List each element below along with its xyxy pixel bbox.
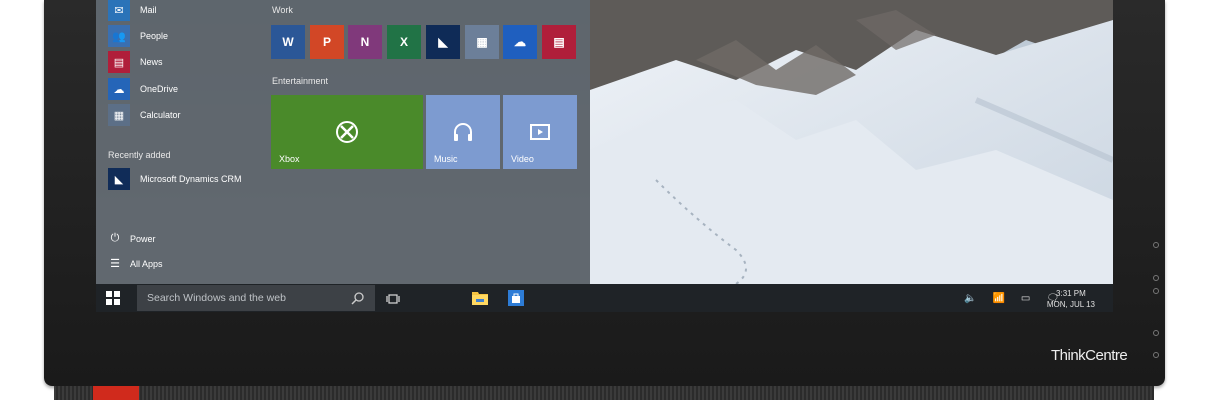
tile-calculator[interactable]: ▦ xyxy=(465,25,499,59)
battery-icon[interactable]: ▭ xyxy=(1021,293,1030,304)
stand-accent xyxy=(93,386,139,400)
onenote-icon: N xyxy=(360,35,370,49)
folder-icon xyxy=(472,292,488,305)
calculator-icon: ▦ xyxy=(108,104,130,126)
tile-powerpoint[interactable]: P xyxy=(310,25,344,59)
windows-start-button[interactable] xyxy=(106,291,120,305)
task-view-button[interactable] xyxy=(386,292,400,310)
search-icon xyxy=(351,292,364,305)
app-list-item-news[interactable]: ▤ News xyxy=(108,51,163,73)
taskbar-clock[interactable]: 3:31 PM MON, JUL 13 xyxy=(1047,288,1095,310)
tile-label: Xbox xyxy=(279,154,300,164)
wifi-icon[interactable]: 📶 xyxy=(992,293,1004,304)
bezel-indicator-3 xyxy=(1153,288,1159,294)
powerpoint-icon: P xyxy=(322,35,331,49)
tile-word[interactable]: W xyxy=(271,25,305,59)
news-icon: ▤ xyxy=(553,35,565,49)
all-apps-button[interactable]: ☰ All Apps xyxy=(108,257,163,270)
bezel-indicator-5 xyxy=(1153,352,1159,358)
dynamics-crm-icon: ◣ xyxy=(438,35,448,49)
recently-added-heading: Recently added xyxy=(108,150,171,160)
xbox-icon xyxy=(336,121,358,143)
app-list-item-calculator[interactable]: ▦ Calculator xyxy=(108,104,181,126)
taskbar-search-box[interactable]: Search Windows and the web xyxy=(137,285,375,311)
tile-excel[interactable]: X xyxy=(387,25,421,59)
tile-dynamics-crm[interactable]: ◣ xyxy=(426,25,460,59)
power-button[interactable]: ⏻ Power xyxy=(108,232,156,245)
bezel-indicator-2 xyxy=(1153,275,1159,281)
search-placeholder: Search Windows and the web xyxy=(147,292,286,304)
windows-logo-icon xyxy=(106,291,120,305)
onedrive-icon: ☁ xyxy=(108,78,130,100)
headphones-icon xyxy=(454,123,472,141)
power-label: Power xyxy=(130,233,156,244)
group-label-work: Work xyxy=(272,5,293,15)
app-label: Calculator xyxy=(140,110,181,120)
news-icon: ▤ xyxy=(108,51,130,73)
tile-xbox[interactable]: Xbox xyxy=(271,95,423,169)
app-label: People xyxy=(140,31,169,41)
tile-label: Music xyxy=(434,154,458,164)
screen: ✉ Mail 👥 People ▤ News ☁ OneDrive ▦ Calc… xyxy=(96,0,1113,312)
bezel-indicator-1 xyxy=(1153,242,1159,248)
app-label: Mail xyxy=(140,5,157,15)
group-label-entertainment: Entertainment xyxy=(272,76,329,86)
store-icon xyxy=(512,293,520,303)
app-label: Microsoft Dynamics CRM xyxy=(140,174,242,184)
people-icon: 👥 xyxy=(108,25,130,47)
start-menu: ✉ Mail 👥 People ▤ News ☁ OneDrive ▦ Calc… xyxy=(96,0,590,284)
recent-app-item[interactable]: ◣ Microsoft Dynamics CRM xyxy=(108,168,242,190)
clock-date: MON, JUL 13 xyxy=(1046,300,1095,309)
app-list-item-onedrive[interactable]: ☁ OneDrive xyxy=(108,78,178,100)
app-list-item-mail[interactable]: ✉ Mail xyxy=(108,0,157,21)
app-list-item-people[interactable]: 👥 People xyxy=(108,25,168,47)
task-view-icon xyxy=(386,294,400,304)
app-label: OneDrive xyxy=(140,84,179,94)
tile-video[interactable]: Video xyxy=(503,95,577,169)
monitor-stand xyxy=(54,386,1154,400)
onedrive-icon: ☁ xyxy=(514,35,526,49)
volume-icon[interactable]: 🔈 xyxy=(964,293,976,304)
list-icon: ☰ xyxy=(110,258,120,270)
taskbar-file-explorer[interactable] xyxy=(472,290,488,310)
brand-logo: ThinkCentre xyxy=(1051,347,1128,364)
clock-time: 3:31 PM xyxy=(1056,289,1086,298)
tile-label: Video xyxy=(511,154,534,164)
taskbar-store[interactable] xyxy=(508,290,524,306)
bezel-indicator-4 xyxy=(1153,330,1159,336)
mail-icon: ✉ xyxy=(108,0,130,21)
tile-onedrive[interactable]: ☁ xyxy=(503,25,537,59)
video-icon xyxy=(530,124,550,140)
dynamics-crm-icon: ◣ xyxy=(108,168,130,190)
excel-icon: X xyxy=(399,35,408,49)
system-tray: 🔈 📶 ▭ 🗨 xyxy=(964,284,1059,312)
taskbar: Search Windows and the web 🔈 📶 ▭ 🗨 3:31 … xyxy=(96,284,1113,312)
tile-news[interactable]: ▤ xyxy=(542,25,576,59)
word-icon: W xyxy=(282,35,294,49)
tile-music[interactable]: Music xyxy=(426,95,500,169)
tile-onenote[interactable]: N xyxy=(348,25,382,59)
all-apps-label: All Apps xyxy=(130,258,163,269)
app-label: News xyxy=(140,57,163,67)
power-icon: ⏻ xyxy=(110,232,120,244)
calculator-icon: ▦ xyxy=(476,35,488,49)
